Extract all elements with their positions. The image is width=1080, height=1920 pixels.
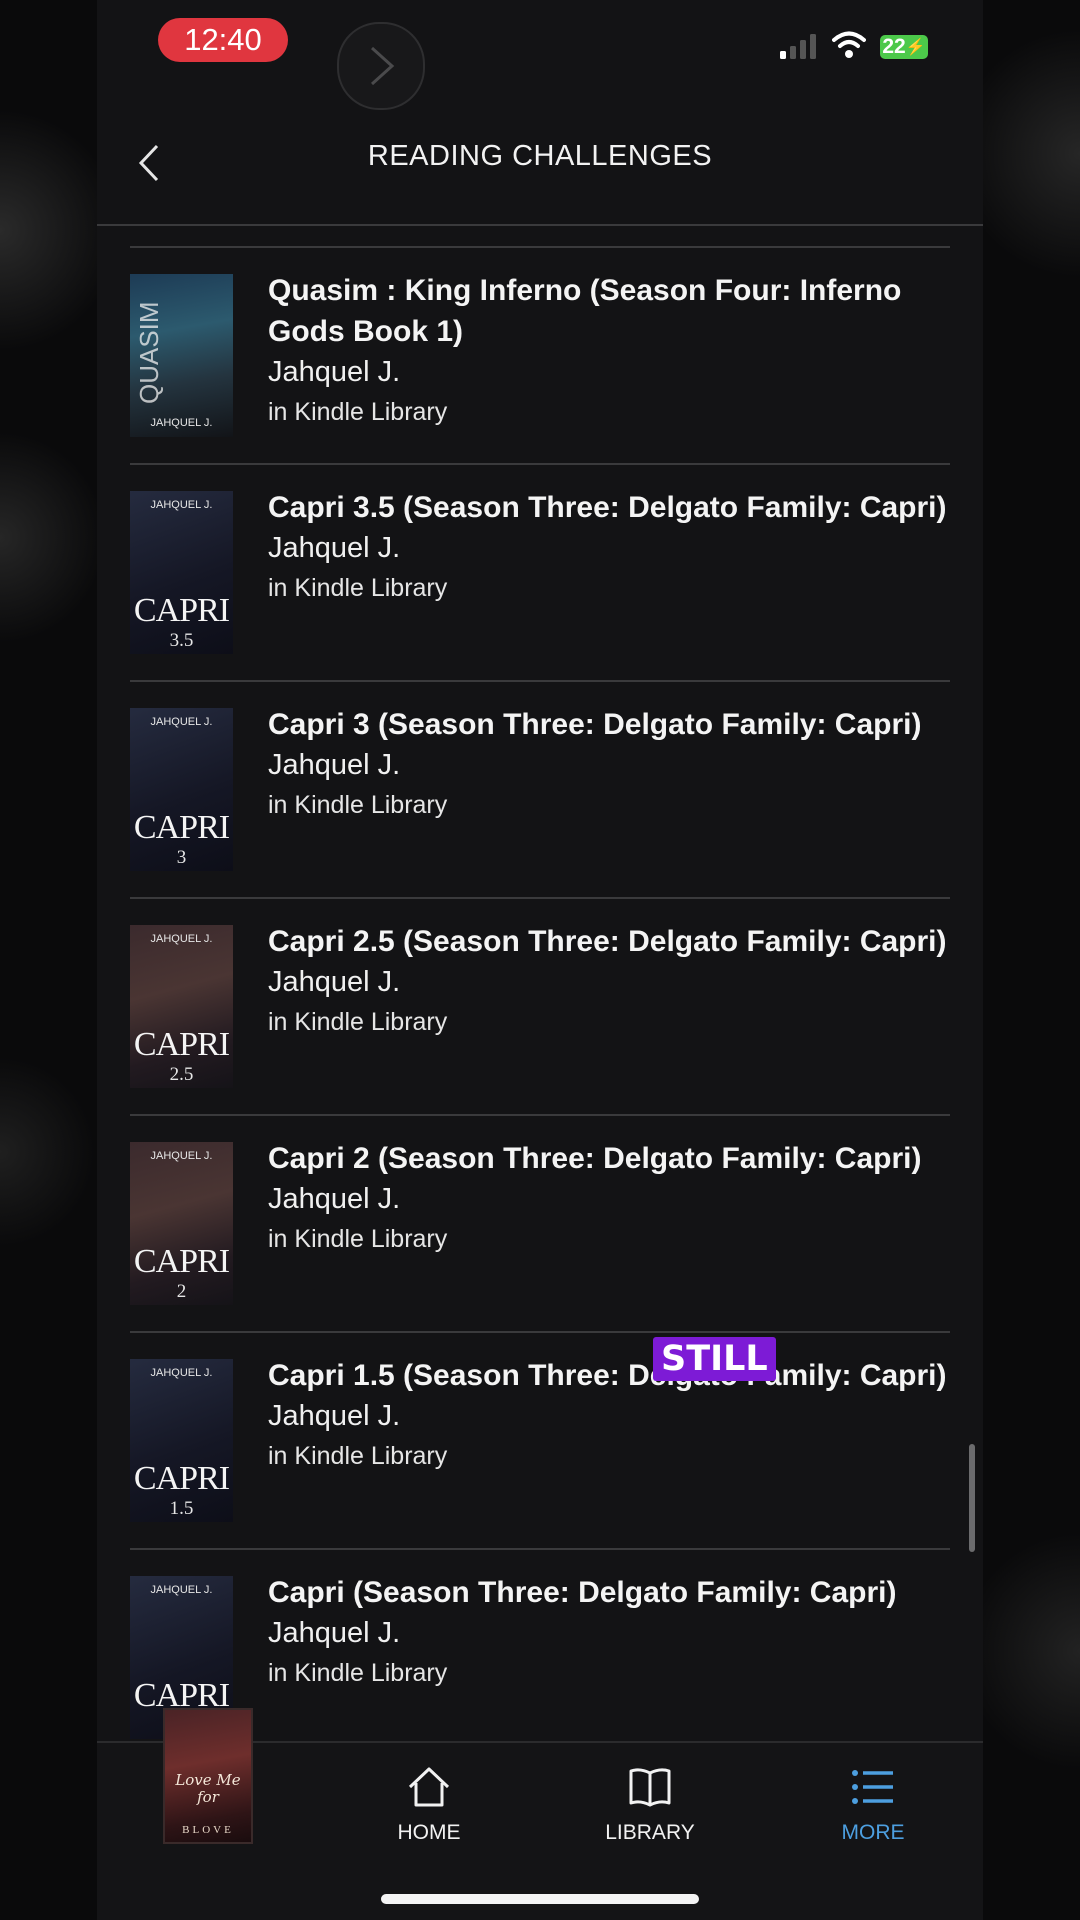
book-source: in Kindle Library — [268, 1659, 448, 1687]
book-cover: JAHQUEL J. CAPRI 3.5 — [130, 491, 233, 654]
nav-home-label: HOME — [397, 1821, 461, 1844]
cover-number: 2.5 — [169, 1064, 194, 1085]
page-title: READING CHALLENGES — [367, 140, 713, 172]
battery-level: 22 — [882, 35, 906, 58]
book-title: Capri (Season Three: Delgato Family: Cap… — [268, 1576, 897, 1609]
nav-more[interactable]: MORE — [793, 1765, 953, 1845]
nav-more-label: MORE — [841, 1821, 905, 1844]
nav-library[interactable]: LIBRARY — [570, 1765, 730, 1845]
chevron-right-icon — [370, 46, 395, 86]
list-icon — [852, 1770, 893, 1804]
book-cover: JAHQUEL J. CAPRI 2.5 — [130, 925, 233, 1088]
book-source: in Kindle Library — [268, 791, 448, 819]
floating-forward-button[interactable] — [337, 22, 425, 110]
cover-number: 3.5 — [169, 630, 194, 651]
cover-author: JAHQUEL J. — [150, 716, 213, 728]
book-author: Jahquel J. — [268, 532, 401, 564]
charging-icon: ⚡ — [905, 39, 926, 56]
cover-author: JAHQUEL J. — [150, 417, 213, 429]
status-bar: 12:40 22 ⚡ — [97, 0, 983, 110]
cover-title: CAPRI — [133, 1026, 230, 1063]
book-list-item[interactable]: JAHQUEL J. CAPRI 3 Capri 3 (Season Three… — [130, 680, 950, 897]
home-indicator[interactable] — [381, 1894, 699, 1904]
status-time: 12:40 — [158, 18, 288, 62]
cover-title: CAPRI — [133, 809, 230, 846]
cellular-signal-icon — [780, 34, 816, 59]
nav-library-label: LIBRARY — [605, 1821, 695, 1844]
book-list: QUASIM JAHQUEL J. Quasim : King Inferno … — [130, 246, 950, 1765]
app-screen: 12:40 22 ⚡ READING CHALLENGES QUASIM JAH… — [97, 0, 983, 1920]
home-icon — [408, 1767, 450, 1807]
book-source: in Kindle Library — [268, 1225, 448, 1253]
book-list-item[interactable]: QUASIM JAHQUEL J. Quasim : King Inferno … — [130, 246, 950, 463]
book-author: Jahquel J. — [268, 1183, 401, 1215]
book-source: in Kindle Library — [268, 398, 448, 426]
book-author: Jahquel J. — [268, 1400, 401, 1432]
cover-number: 3 — [176, 847, 187, 868]
book-list-item[interactable]: JAHQUEL J. CAPRI 3.5 Capri 3.5 (Season T… — [130, 463, 950, 680]
book-author: Jahquel J. — [268, 356, 401, 388]
cover-title: CAPRI — [133, 1243, 230, 1280]
cover-author: JAHQUEL J. — [150, 499, 213, 511]
cover-title: CAPRI — [133, 592, 230, 629]
book-cover: JAHQUEL J. CAPRI 2 — [130, 1142, 233, 1305]
video-caption-overlay: STILL — [653, 1337, 776, 1381]
battery-indicator: 22 ⚡ — [880, 35, 928, 59]
book-title: Capri 3 (Season Three: Delgato Family: C… — [268, 708, 922, 741]
book-title: Capri 2.5 (Season Three: Delgato Family:… — [268, 925, 947, 958]
book-title: Quasim : King Inferno (Season Four: Infe… — [268, 274, 902, 348]
cover-number: 2 — [176, 1281, 187, 1302]
book-author: Jahquel J. — [268, 749, 401, 781]
wifi-icon — [832, 31, 866, 58]
book-author: Jahquel J. — [268, 966, 401, 998]
book-list-item[interactable]: JAHQUEL J. CAPRI 1.5 Capri 1.5 (Season T… — [130, 1331, 950, 1548]
scrollbar-thumb[interactable] — [969, 1444, 975, 1552]
cover-author: JAHQUEL J. — [150, 1367, 213, 1379]
now-reading-author: BLOVE — [182, 1824, 234, 1836]
cover-title: CAPRI — [133, 1460, 230, 1497]
book-cover: JAHQUEL J. CAPRI 3 — [130, 708, 233, 871]
now-reading-title: Love Me for — [175, 1771, 241, 1806]
book-list-item[interactable]: JAHQUEL J. CAPRI 2 Capri 2 (Season Three… — [130, 1114, 950, 1331]
book-title: Capri 1.5 (Season Three: Delgato Family:… — [268, 1359, 947, 1392]
book-source: in Kindle Library — [268, 1008, 448, 1036]
book-cover: JAHQUEL J. CAPRI 1.5 — [130, 1359, 233, 1522]
cover-author: JAHQUEL J. — [150, 1584, 213, 1596]
page-header: READING CHALLENGES — [97, 110, 983, 226]
cover-author: JAHQUEL J. — [150, 933, 213, 945]
book-title: Capri 2 (Season Three: Delgato Family: C… — [268, 1142, 922, 1175]
cover-number: 1.5 — [169, 1498, 194, 1519]
book-author: Jahquel J. — [268, 1617, 401, 1649]
book-source: in Kindle Library — [268, 1442, 448, 1470]
book-icon — [629, 1768, 671, 1807]
book-list-item[interactable]: JAHQUEL J. CAPRI 2.5 Capri 2.5 (Season T… — [130, 897, 950, 1114]
book-source: in Kindle Library — [268, 574, 448, 602]
cover-title: QUASIM — [134, 301, 164, 404]
cover-author: JAHQUEL J. — [150, 1150, 213, 1162]
now-reading-cover[interactable]: Love Me for BLOVE — [163, 1708, 253, 1844]
book-cover: QUASIM JAHQUEL J. — [130, 274, 233, 437]
book-title: Capri 3.5 (Season Three: Delgato Family:… — [268, 491, 947, 524]
nav-home[interactable]: HOME — [349, 1765, 509, 1845]
book-list-item[interactable]: JAHQUEL J. CAPRI Capri (Season Three: De… — [130, 1548, 950, 1765]
